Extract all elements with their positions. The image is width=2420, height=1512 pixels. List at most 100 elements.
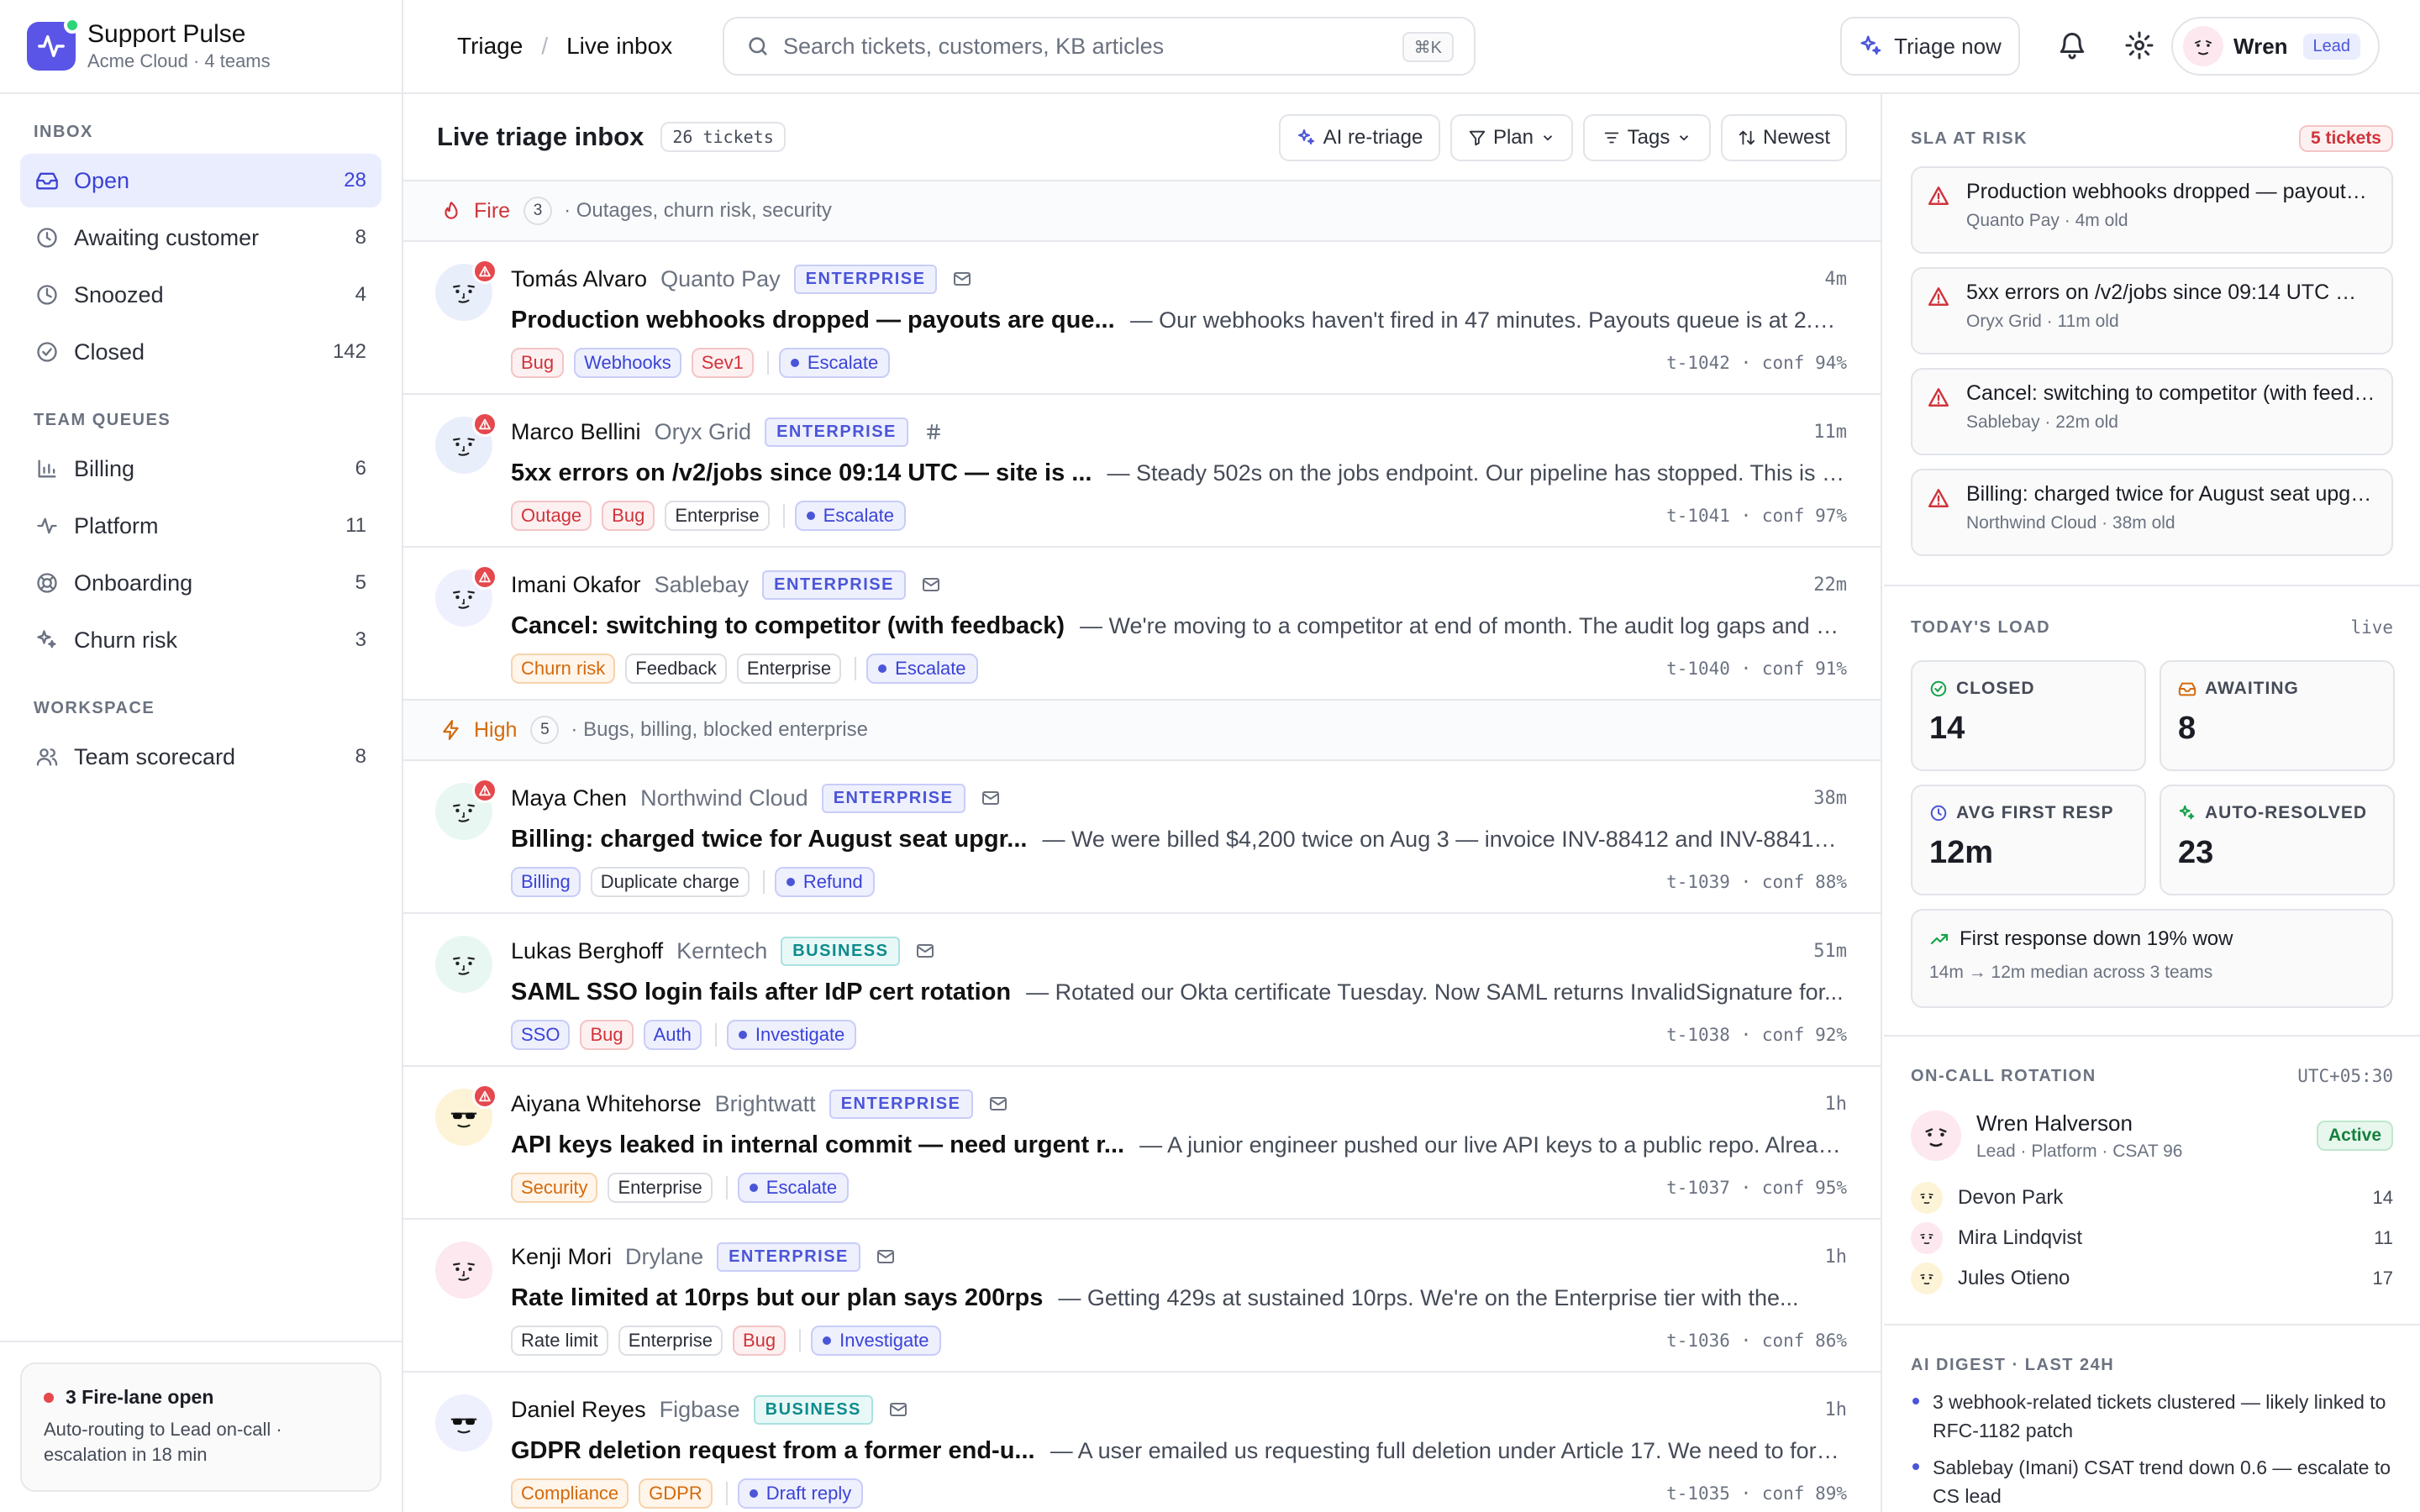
plan-filter[interactable]: Plan xyxy=(1450,114,1573,161)
sidebar-item-billing[interactable]: Billing 6 xyxy=(20,442,381,496)
breadcrumb-root[interactable]: Triage xyxy=(457,33,523,60)
sort-button[interactable]: Newest xyxy=(1721,114,1847,161)
sla-ticket-title: Production webhooks dropped — payouts ar… xyxy=(1966,180,2376,203)
rotation-member[interactable]: Devon Park 14 xyxy=(1911,1178,2393,1218)
ticket-tag[interactable]: Sev1 xyxy=(691,348,754,378)
section-label: SLA AT RISK xyxy=(1911,129,2028,148)
ticket-tag[interactable]: Duplicate charge xyxy=(590,867,750,897)
mail-icon xyxy=(954,272,971,286)
user-menu[interactable]: Wren Lead xyxy=(2171,17,2380,76)
ticket-row[interactable]: Kenji Mori Drylane ENTERPRISE 1h Rate li… xyxy=(403,1220,1881,1373)
sidebar-item-platform[interactable]: Platform 11 xyxy=(20,499,381,553)
ticket-tag[interactable]: Security xyxy=(511,1173,598,1203)
avatar xyxy=(435,1084,497,1146)
sla-ticket-card[interactable]: Billing: charged twice for August seat u… xyxy=(1911,469,2393,556)
ticket-subject[interactable]: API keys leaked in internal commit — nee… xyxy=(511,1131,1124,1159)
ticket-row[interactable]: Lukas Berghoff Kerntech BUSINESS 51m SAM… xyxy=(403,914,1881,1067)
on-call-primary[interactable]: Wren Halverson Lead · Platform · CSAT 96… xyxy=(1911,1102,2393,1169)
ai-retriage-button[interactable]: AI re-triage xyxy=(1279,114,1440,161)
sidebar-item-open[interactable]: Open 28 xyxy=(20,154,381,207)
sidebar-item-count: 142 xyxy=(332,340,366,363)
group-header-high[interactable]: High 5 · Bugs, billing, blocked enterpri… xyxy=(403,701,1881,761)
ticket-subject[interactable]: Rate limited at 10rps but our plan says … xyxy=(511,1284,1043,1312)
ticket-tag[interactable]: Compliance xyxy=(511,1478,629,1509)
ticket-tag[interactable]: Churn risk xyxy=(511,654,616,684)
ticket-subject[interactable]: GDPR deletion request from a former end-… xyxy=(511,1437,1035,1465)
sla-ticket-card[interactable]: 5xx errors on /v2/jobs since 09:14 UTC —… xyxy=(1911,267,2393,354)
tags-filter[interactable]: Tags xyxy=(1583,114,1711,161)
customer-name: Imani Okafor xyxy=(511,571,641,597)
ticket-row[interactable]: Tomás Alvaro Quanto Pay ENTERPRISE 4m Pr… xyxy=(403,242,1881,395)
ticket-tag[interactable]: Billing xyxy=(511,867,581,897)
rotation-member[interactable]: Mira Lindqvist 11 xyxy=(1911,1218,2393,1258)
ticket-tag[interactable]: Enterprise xyxy=(608,1173,713,1203)
sort-label: Newest xyxy=(1762,126,1831,149)
suggested-action-button[interactable]: Escalate xyxy=(778,348,891,378)
on-call-details: Lead · Platform · CSAT 96 xyxy=(1976,1141,2183,1161)
sla-ticket-card[interactable]: Cancel: switching to competitor (with fe… xyxy=(1911,368,2393,455)
suggested-action-button[interactable]: Refund xyxy=(774,867,875,897)
divider xyxy=(762,870,765,894)
digest-text: 3 webhook-related tickets clustered — li… xyxy=(1933,1391,2386,1441)
ticket-tag[interactable]: Enterprise xyxy=(736,654,842,684)
sla-ticket-card[interactable]: Production webhooks dropped — payouts ar… xyxy=(1911,166,2393,254)
ticket-tag[interactable]: Outage xyxy=(511,501,592,531)
ticket-subject[interactable]: SAML SSO login fails after IdP cert rota… xyxy=(511,979,1011,1006)
ticket-tag[interactable]: Bug xyxy=(580,1020,634,1050)
group-header-fire[interactable]: Fire 3 · Outages, churn risk, security xyxy=(403,181,1881,242)
bar-chart-icon xyxy=(38,459,56,478)
sidebar-item-churn-risk[interactable]: Churn risk 3 xyxy=(20,613,381,667)
ticket-tag[interactable]: Enterprise xyxy=(618,1326,723,1356)
sidebar-item-count: 28 xyxy=(344,169,366,192)
ticket-tag[interactable]: Bug xyxy=(732,1326,786,1356)
ticket-tag[interactable]: Bug xyxy=(602,501,655,531)
list-icon xyxy=(1604,132,1618,144)
ticket-subject[interactable]: Cancel: switching to competitor (with fe… xyxy=(511,612,1065,640)
plan-badge: ENTERPRISE xyxy=(762,570,906,600)
sidebar-item-awaiting-customer[interactable]: Awaiting customer 8 xyxy=(20,211,381,265)
suggested-action-button[interactable]: Draft reply xyxy=(737,1478,864,1509)
ticket-row[interactable]: Maya Chen Northwind Cloud ENTERPRISE 38m… xyxy=(403,761,1881,914)
bell-icon[interactable] xyxy=(2057,30,2087,60)
sparkle-icon xyxy=(1860,35,1881,55)
suggested-action-button[interactable]: Escalate xyxy=(794,501,906,531)
user-name: Wren xyxy=(2233,33,2288,59)
digest-item[interactable]: Sablebay (Imani) CSAT trend down 0.6 — e… xyxy=(1911,1453,2393,1510)
ticket-tag[interactable]: Auth xyxy=(643,1020,702,1050)
ticket-subject[interactable]: 5xx errors on /v2/jobs since 09:14 UTC —… xyxy=(511,459,1092,487)
search-input[interactable]: Search tickets, customers, KB articles ⌘… xyxy=(723,17,1476,76)
ticket-tag[interactable]: SSO xyxy=(511,1020,571,1050)
sla-count-badge: 5 tickets xyxy=(2298,125,2393,152)
ticket-row[interactable]: Marco Bellini Oryx Grid ENTERPRISE 11m 5… xyxy=(403,395,1881,548)
fire-lane-alert[interactable]: 3 Fire-lane open Auto-routing to Lead on… xyxy=(20,1362,381,1492)
sidebar-item-closed[interactable]: Closed 142 xyxy=(20,325,381,379)
ticket-row[interactable]: Daniel Reyes Figbase BUSINESS 1h GDPR de… xyxy=(403,1373,1881,1512)
sidebar-item-team-scorecard[interactable]: Team scorecard 8 xyxy=(20,730,381,784)
ticket-tag[interactable]: GDPR xyxy=(639,1478,713,1509)
ticket-row[interactable]: Aiyana Whitehorse Brightwatt ENTERPRISE … xyxy=(403,1067,1881,1220)
suggested-action-button[interactable]: Escalate xyxy=(866,654,978,684)
ticket-tag[interactable]: Webhooks xyxy=(574,348,681,378)
rotation-member[interactable]: Jules Otieno 17 xyxy=(1911,1258,2393,1299)
on-call-name: Wren Halverson xyxy=(1976,1110,2133,1136)
customer-name: Daniel Reyes xyxy=(511,1396,646,1422)
ticket-tag[interactable]: Rate limit xyxy=(511,1326,608,1356)
suggested-action-button[interactable]: Investigate xyxy=(726,1020,857,1050)
ticket-tag[interactable]: Feedback xyxy=(625,654,727,684)
triage-now-button[interactable]: Triage now xyxy=(1840,17,2020,76)
trend-insight-card[interactable]: First response down 19% wow 14m → 12m me… xyxy=(1911,909,2393,1008)
ticket-tag[interactable]: Enterprise xyxy=(665,501,770,531)
gear-icon[interactable] xyxy=(2124,30,2154,60)
suggested-action-button[interactable]: Investigate xyxy=(811,1326,941,1356)
ticket-subject[interactable]: Production webhooks dropped — payouts ar… xyxy=(511,307,1115,334)
sidebar-item-snoozed[interactable]: Snoozed 4 xyxy=(20,268,381,322)
ticket-row[interactable]: Imani Okafor Sablebay ENTERPRISE 22m Can… xyxy=(403,548,1881,701)
ticket-tag[interactable]: Bug xyxy=(511,348,565,378)
nav-section-workspace: WORKSPACE xyxy=(34,699,155,717)
breadcrumb: Triage / Live inbox xyxy=(457,33,672,60)
digest-item[interactable]: 3 webhook-related tickets clustered — li… xyxy=(1911,1388,2393,1445)
suggested-action-button[interactable]: Escalate xyxy=(737,1173,850,1203)
sidebar-item-onboarding[interactable]: Onboarding 5 xyxy=(20,556,381,610)
breadcrumb-current: Live inbox xyxy=(566,33,673,59)
ticket-subject[interactable]: Billing: charged twice for August seat u… xyxy=(511,826,1027,853)
